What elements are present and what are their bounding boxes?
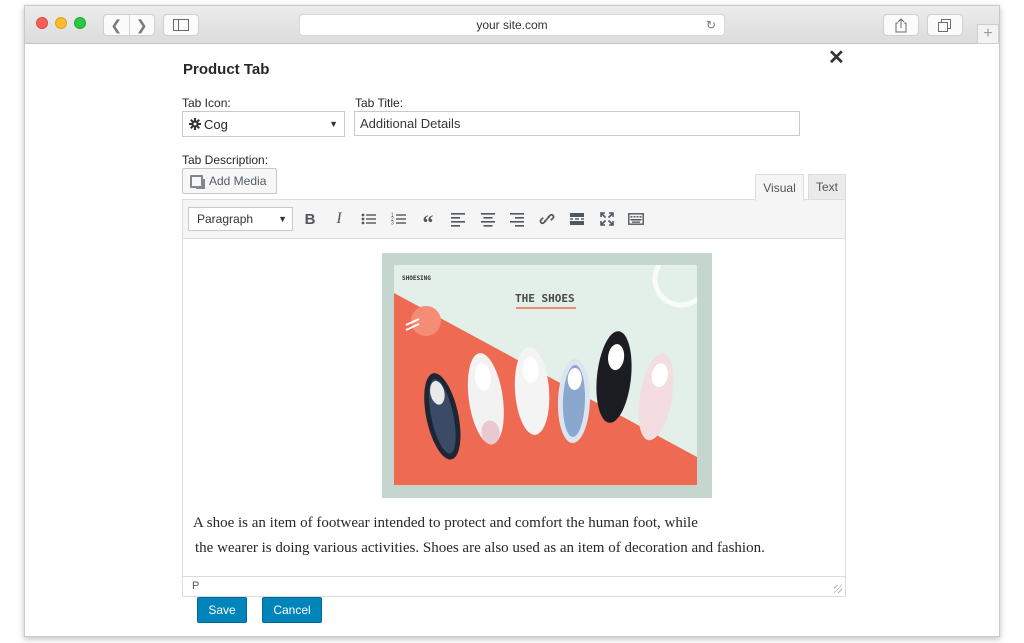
minimize-window-button[interactable] bbox=[55, 17, 67, 29]
add-media-button[interactable]: Add Media bbox=[182, 168, 277, 194]
format-select-value: Paragraph bbox=[197, 212, 254, 226]
address-bar[interactable]: your site.com ↻ bbox=[299, 14, 725, 36]
element-path[interactable]: P bbox=[192, 580, 199, 592]
add-media-label: Add Media bbox=[209, 174, 267, 188]
cog-icon bbox=[189, 118, 201, 130]
tab-title-label: Tab Title: bbox=[355, 96, 404, 110]
svg-text:3: 3 bbox=[391, 221, 394, 227]
numbered-list-icon[interactable]: 123 bbox=[388, 208, 410, 230]
align-left-icon[interactable] bbox=[447, 208, 469, 230]
browser-titlebar: ❮ ❯ your site.com ↻ bbox=[25, 6, 999, 44]
editor-statusbar: P bbox=[183, 576, 845, 596]
align-center-icon[interactable] bbox=[477, 208, 499, 230]
sidebar-toggle-button[interactable] bbox=[163, 14, 199, 36]
maximize-window-button[interactable] bbox=[74, 17, 86, 29]
tab-text[interactable]: Text bbox=[808, 174, 846, 200]
tab-description-label: Tab Description: bbox=[182, 153, 269, 167]
toolbar-toggle-icon[interactable] bbox=[625, 208, 647, 230]
image-heading-text: THE SHOES bbox=[515, 292, 575, 305]
tab-icon-select[interactable]: Cog ▼ bbox=[182, 111, 345, 137]
fullscreen-icon[interactable] bbox=[596, 208, 618, 230]
reload-icon[interactable]: ↻ bbox=[706, 18, 716, 32]
tabs-overview-button[interactable] bbox=[927, 14, 963, 36]
format-select[interactable]: Paragraph ▼ bbox=[188, 207, 293, 231]
product-image-panel: SHOESING THE SHOES bbox=[394, 265, 697, 485]
media-icon bbox=[190, 174, 205, 189]
plus-icon: + bbox=[983, 25, 993, 42]
save-button[interactable]: Save bbox=[197, 597, 247, 623]
back-icon[interactable]: ❮ bbox=[104, 15, 130, 35]
history-nav: ❮ ❯ bbox=[103, 14, 155, 36]
description-line-1: A shoe is an item of footwear intended t… bbox=[193, 515, 698, 531]
tab-visual[interactable]: Visual bbox=[755, 174, 804, 201]
description-line-2: the wearer is doing various activities. … bbox=[195, 540, 765, 556]
align-right-icon[interactable] bbox=[506, 208, 528, 230]
description-text: A shoe is an item of footwear intended t… bbox=[193, 511, 833, 561]
chevron-down-icon: ▼ bbox=[278, 214, 287, 224]
tab-icon-label: Tab Icon: bbox=[182, 96, 231, 110]
share-button[interactable] bbox=[883, 14, 919, 36]
sidebar-icon bbox=[173, 19, 189, 31]
forward-icon[interactable]: ❯ bbox=[130, 15, 155, 35]
image-brand-text: SHOESING bbox=[402, 275, 431, 282]
bold-icon[interactable]: B bbox=[299, 208, 321, 230]
dialog-title: Product Tab bbox=[183, 61, 270, 78]
cancel-button[interactable]: Cancel bbox=[262, 597, 322, 623]
resize-handle-icon[interactable] bbox=[834, 585, 842, 593]
link-icon[interactable] bbox=[536, 208, 558, 230]
tab-title-input[interactable] bbox=[354, 111, 800, 136]
chevron-down-icon: ▼ bbox=[329, 119, 338, 129]
product-image: SHOESING THE SHOES bbox=[382, 253, 712, 498]
read-more-icon[interactable] bbox=[566, 208, 588, 230]
share-icon bbox=[895, 17, 907, 32]
bullet-list-icon[interactable] bbox=[358, 208, 380, 230]
tabs-icon bbox=[938, 18, 951, 32]
rich-text-editor: Paragraph ▼ B I 123 “ SHOESING THE SHOES… bbox=[182, 199, 846, 597]
italic-icon[interactable]: I bbox=[328, 208, 350, 230]
new-tab-button[interactable]: + bbox=[977, 24, 999, 44]
url-text: your site.com bbox=[476, 18, 548, 32]
close-window-button[interactable] bbox=[36, 17, 48, 29]
tab-icon-selected: Cog bbox=[204, 116, 228, 132]
dialog-close-icon[interactable]: ✕ bbox=[828, 48, 845, 68]
editor-toolbar: Paragraph ▼ B I 123 “ bbox=[183, 200, 845, 239]
editor-content[interactable]: SHOESING THE SHOES A shoe is an item of … bbox=[183, 239, 845, 577]
blockquote-icon[interactable]: “ bbox=[417, 208, 439, 234]
